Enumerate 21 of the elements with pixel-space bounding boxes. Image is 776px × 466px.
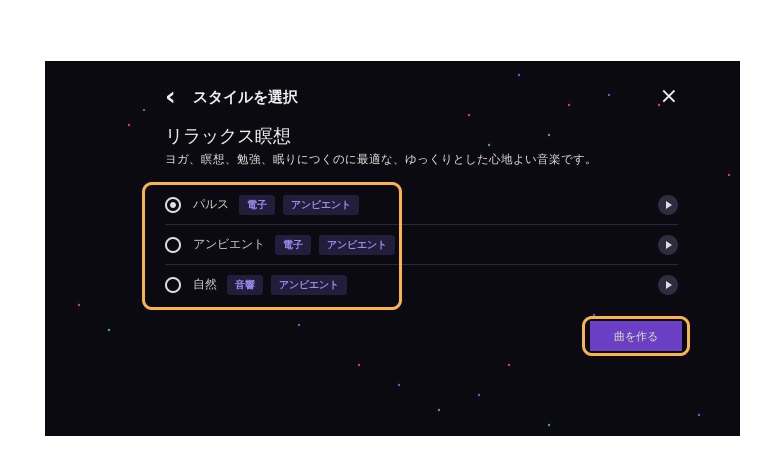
genre-tag: 電子 — [239, 194, 275, 214]
dialog-title: スタイルを選択 — [193, 88, 298, 106]
genre-tag: アンビエント — [319, 234, 395, 254]
genre-tag: アンビエント — [271, 274, 347, 294]
play-icon[interactable] — [658, 194, 678, 214]
style-name: アンビエント — [193, 236, 265, 253]
back-button[interactable]: ‹ — [165, 86, 193, 108]
style-heading: リラックス瞑想 — [165, 125, 292, 148]
style-name: 自然 — [193, 276, 217, 293]
radio-button[interactable] — [165, 236, 181, 252]
play-icon[interactable] — [658, 234, 678, 254]
close-button[interactable]: × — [660, 86, 678, 108]
genre-tag: 電子 — [275, 234, 311, 254]
play-icon[interactable] — [658, 274, 678, 294]
radio-button[interactable] — [165, 276, 181, 292]
genre-tag: アンビエント — [283, 194, 359, 214]
genre-tag: 音響 — [227, 274, 263, 294]
radio-button[interactable] — [165, 196, 181, 212]
style-name: パルス — [193, 196, 229, 213]
create-song-button[interactable]: 曲を作る — [590, 321, 682, 351]
style-description: ヨガ、瞑想、勉強、眠りにつくのに最適な、ゆっくりとした心地よい音楽です。 — [165, 152, 598, 167]
